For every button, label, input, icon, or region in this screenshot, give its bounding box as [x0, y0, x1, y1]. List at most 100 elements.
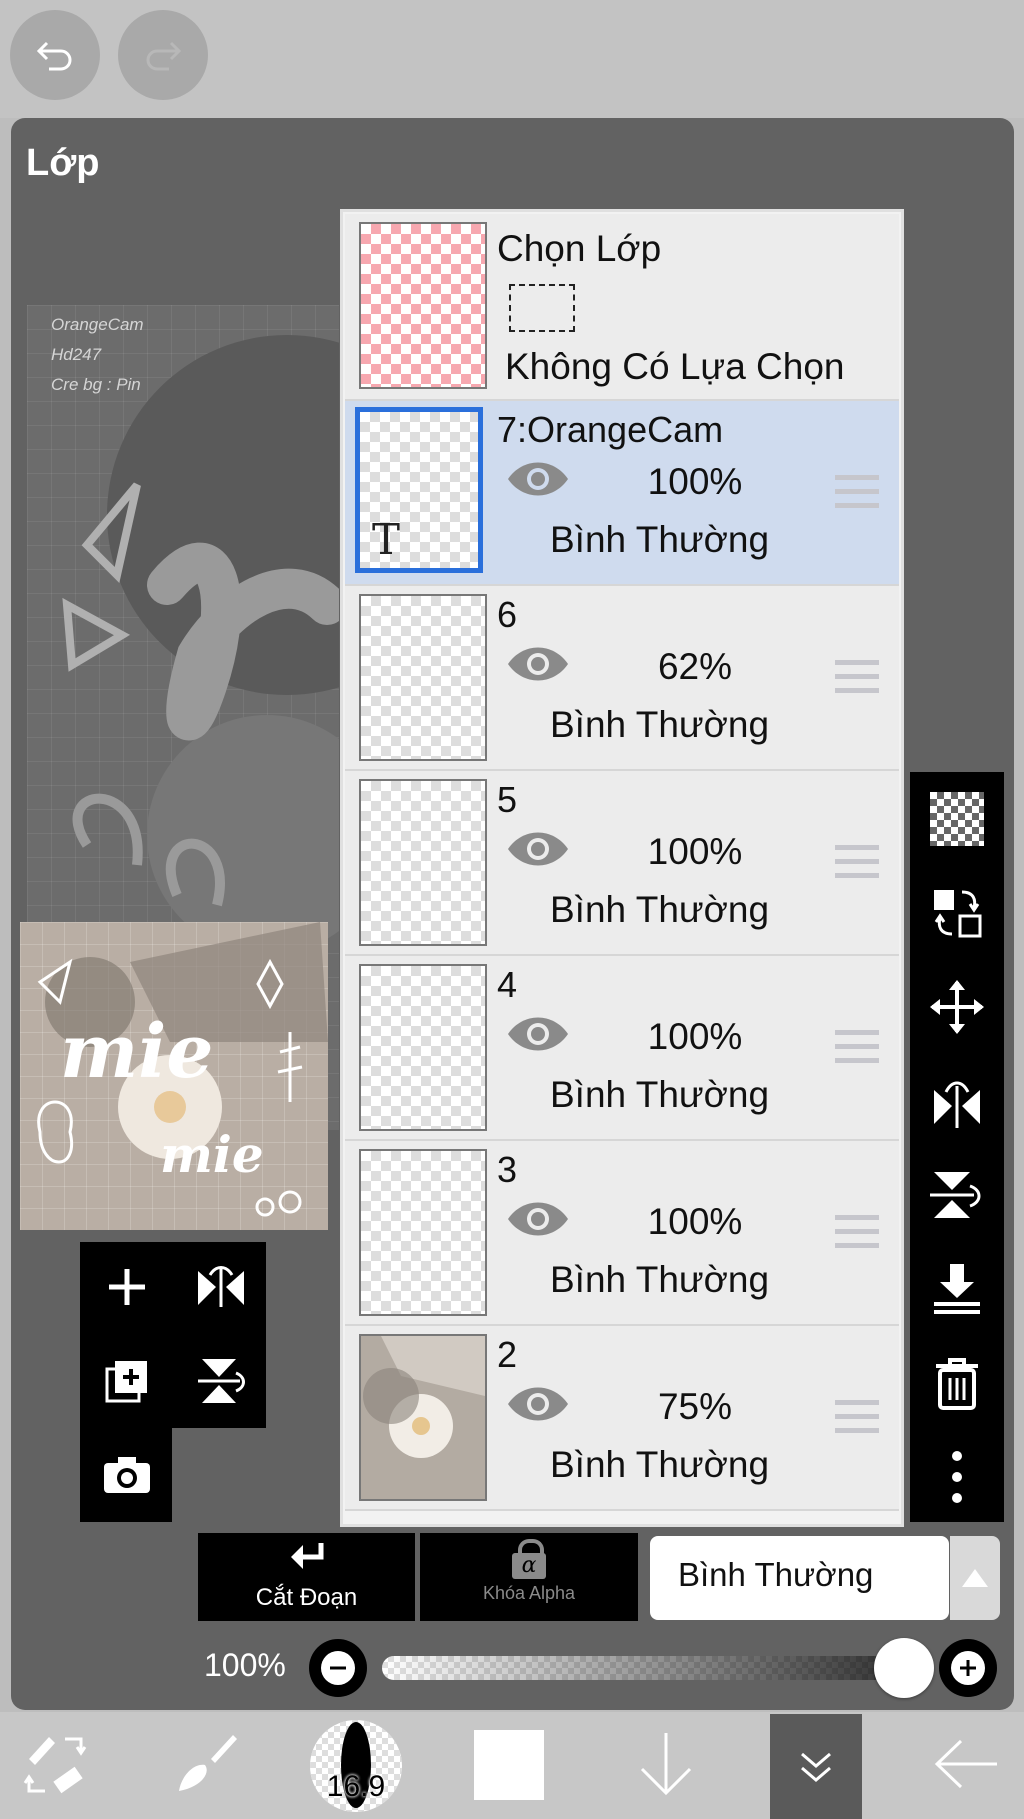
layer-blend-mode: Bình Thường — [550, 704, 770, 745]
eye-icon[interactable] — [505, 1014, 571, 1054]
chevron-double-down-icon — [801, 1752, 831, 1782]
layer-name: 4 — [497, 964, 518, 1005]
move-down-button[interactable] — [626, 1724, 706, 1804]
svg-text:mie: mie — [160, 1125, 264, 1184]
drag-handle-icon[interactable] — [835, 475, 879, 517]
trash-icon — [936, 1358, 978, 1410]
blend-mode-select[interactable]: Bình Thường — [650, 1536, 949, 1620]
clipping-button[interactable]: Cắt Đoạn — [198, 1533, 415, 1621]
flip-horizontal-icon — [934, 1081, 980, 1128]
eye-icon[interactable] — [505, 459, 571, 499]
drag-handle-icon[interactable] — [835, 660, 879, 702]
layer-blend-mode: Bình Thường — [550, 1444, 770, 1485]
redo-button[interactable] — [118, 10, 208, 100]
back-button[interactable] — [926, 1724, 1006, 1804]
layer-row[interactable]: T 7:OrangeCam 100% Bình Thường — [345, 401, 899, 586]
eye-icon[interactable] — [505, 644, 571, 684]
tool-switch-button[interactable] — [16, 1724, 96, 1804]
layer-panel-toggle-button[interactable] — [770, 1714, 862, 1819]
clipping-label: Cắt Đoạn — [255, 1584, 358, 1611]
selection-layer-row[interactable]: Chọn Lớp Không Có Lựa Chọn — [345, 214, 899, 401]
opacity-slider-track[interactable] — [382, 1656, 934, 1680]
eye-icon[interactable] — [505, 829, 571, 869]
selection-layer-thumbnail — [359, 222, 487, 389]
undo-button[interactable] — [10, 10, 100, 100]
drag-handle-icon[interactable] — [835, 845, 879, 887]
drag-handle-icon[interactable] — [835, 1400, 879, 1442]
selection-marquee-icon — [509, 284, 575, 332]
redo-icon — [146, 41, 182, 71]
flip-horizontal-button[interactable] — [186, 1252, 256, 1322]
flip-vertical-button[interactable] — [186, 1346, 256, 1416]
layer-row[interactable]: 2 75% Bình Thường — [345, 1326, 899, 1511]
navigator-thumbnail[interactable]: mie mie — [20, 922, 328, 1230]
opacity-decrease-button[interactable] — [309, 1639, 367, 1697]
undo-icon — [36, 41, 72, 71]
layer-name: 5 — [497, 779, 518, 820]
flip-horizontal-icon — [198, 1266, 244, 1307]
color-swatch[interactable] — [474, 1730, 544, 1800]
move-layer-button[interactable] — [920, 972, 994, 1042]
watermark-line-1: OrangeCam — [51, 315, 144, 334]
layer-name: 3 — [497, 1149, 518, 1190]
add-layer-button[interactable] — [92, 1252, 162, 1322]
lock-icon: α — [512, 1539, 546, 1579]
selection-status: Không Có Lựa Chọn — [505, 346, 845, 387]
layer-2-artwork — [363, 1336, 485, 1458]
layer-blend-mode: Bình Thường — [550, 889, 770, 930]
move-icon — [930, 980, 984, 1034]
eye-icon[interactable] — [505, 1199, 571, 1239]
layer-row[interactable]: 3 100% Bình Thường — [345, 1141, 899, 1326]
layer-row[interactable]: 5 100% Bình Thường — [345, 771, 899, 956]
layer-opacity: 62% — [657, 646, 733, 687]
layer-opacity: 75% — [657, 1386, 733, 1427]
layer-blend-mode: Bình Thường — [550, 519, 770, 560]
layer-blend-mode: Bình Thường — [550, 1074, 770, 1115]
camera-import-button[interactable] — [92, 1440, 162, 1510]
more-options-button[interactable] — [920, 1442, 994, 1512]
svg-text:mie: mie — [60, 1009, 214, 1095]
brush-size-button[interactable]: 16.9 — [310, 1720, 402, 1812]
opacity-slider-thumb[interactable] — [874, 1638, 934, 1698]
layer-blend-mode: Bình Thường — [550, 1259, 770, 1300]
more-vertical-icon — [952, 1451, 962, 1503]
flip-vertical-icon — [930, 1172, 981, 1218]
plus-circle-icon — [951, 1651, 985, 1685]
layer-opacity: 100% — [647, 1016, 743, 1057]
duplicate-icon — [105, 1361, 147, 1403]
drag-handle-icon[interactable] — [835, 1215, 879, 1257]
checker-icon — [930, 792, 984, 846]
layer-list[interactable]: Chọn Lớp Không Có Lựa Chọn T 7:OrangeCam… — [340, 209, 904, 1527]
merge-down-button[interactable] — [920, 1254, 994, 1324]
transparency-button[interactable] — [920, 784, 994, 854]
eye-icon[interactable] — [505, 1384, 571, 1424]
brush-icon — [179, 1735, 237, 1791]
merge-down-icon — [934, 1264, 980, 1314]
delete-layer-button[interactable] — [920, 1348, 994, 1418]
drag-handle-icon[interactable] — [835, 1030, 879, 1072]
layer-opacity: 100% — [647, 831, 743, 872]
text-layer-icon: T — [372, 515, 401, 564]
blend-mode-value: Bình Thường — [678, 1556, 874, 1593]
swap-layer-button[interactable] — [920, 878, 994, 948]
opacity-increase-button[interactable] — [939, 1639, 997, 1697]
layer-name: 7:OrangeCam — [497, 409, 724, 450]
duplicate-layer-button[interactable] — [92, 1346, 162, 1416]
top-bar — [0, 0, 1024, 118]
layer-row[interactable]: 4 100% Bình Thường — [345, 956, 899, 1141]
camera-icon — [104, 1457, 150, 1493]
flip-horizontal-side-button[interactable] — [920, 1066, 994, 1136]
layer-row[interactable]: 6 62% Bình Thường — [345, 586, 899, 771]
blend-mode-dropdown-button[interactable] — [950, 1536, 1000, 1620]
layer-opacity: 100% — [647, 461, 743, 502]
layer-thumbnail — [359, 964, 487, 1131]
minus-icon — [321, 1651, 355, 1685]
brush-tool-button[interactable] — [166, 1724, 246, 1804]
alpha-lock-button[interactable]: α Khóa Alpha — [420, 1533, 638, 1621]
layer-thumbnail: T — [355, 407, 483, 573]
thumbnail-artwork: mie mie — [37, 922, 328, 1217]
flip-vertical-side-button[interactable] — [920, 1160, 994, 1230]
brush-eraser-swap-icon — [23, 1737, 87, 1794]
arrow-left-icon — [934, 1739, 997, 1789]
alpha-lock-label: Khóa Alpha — [482, 1583, 576, 1603]
